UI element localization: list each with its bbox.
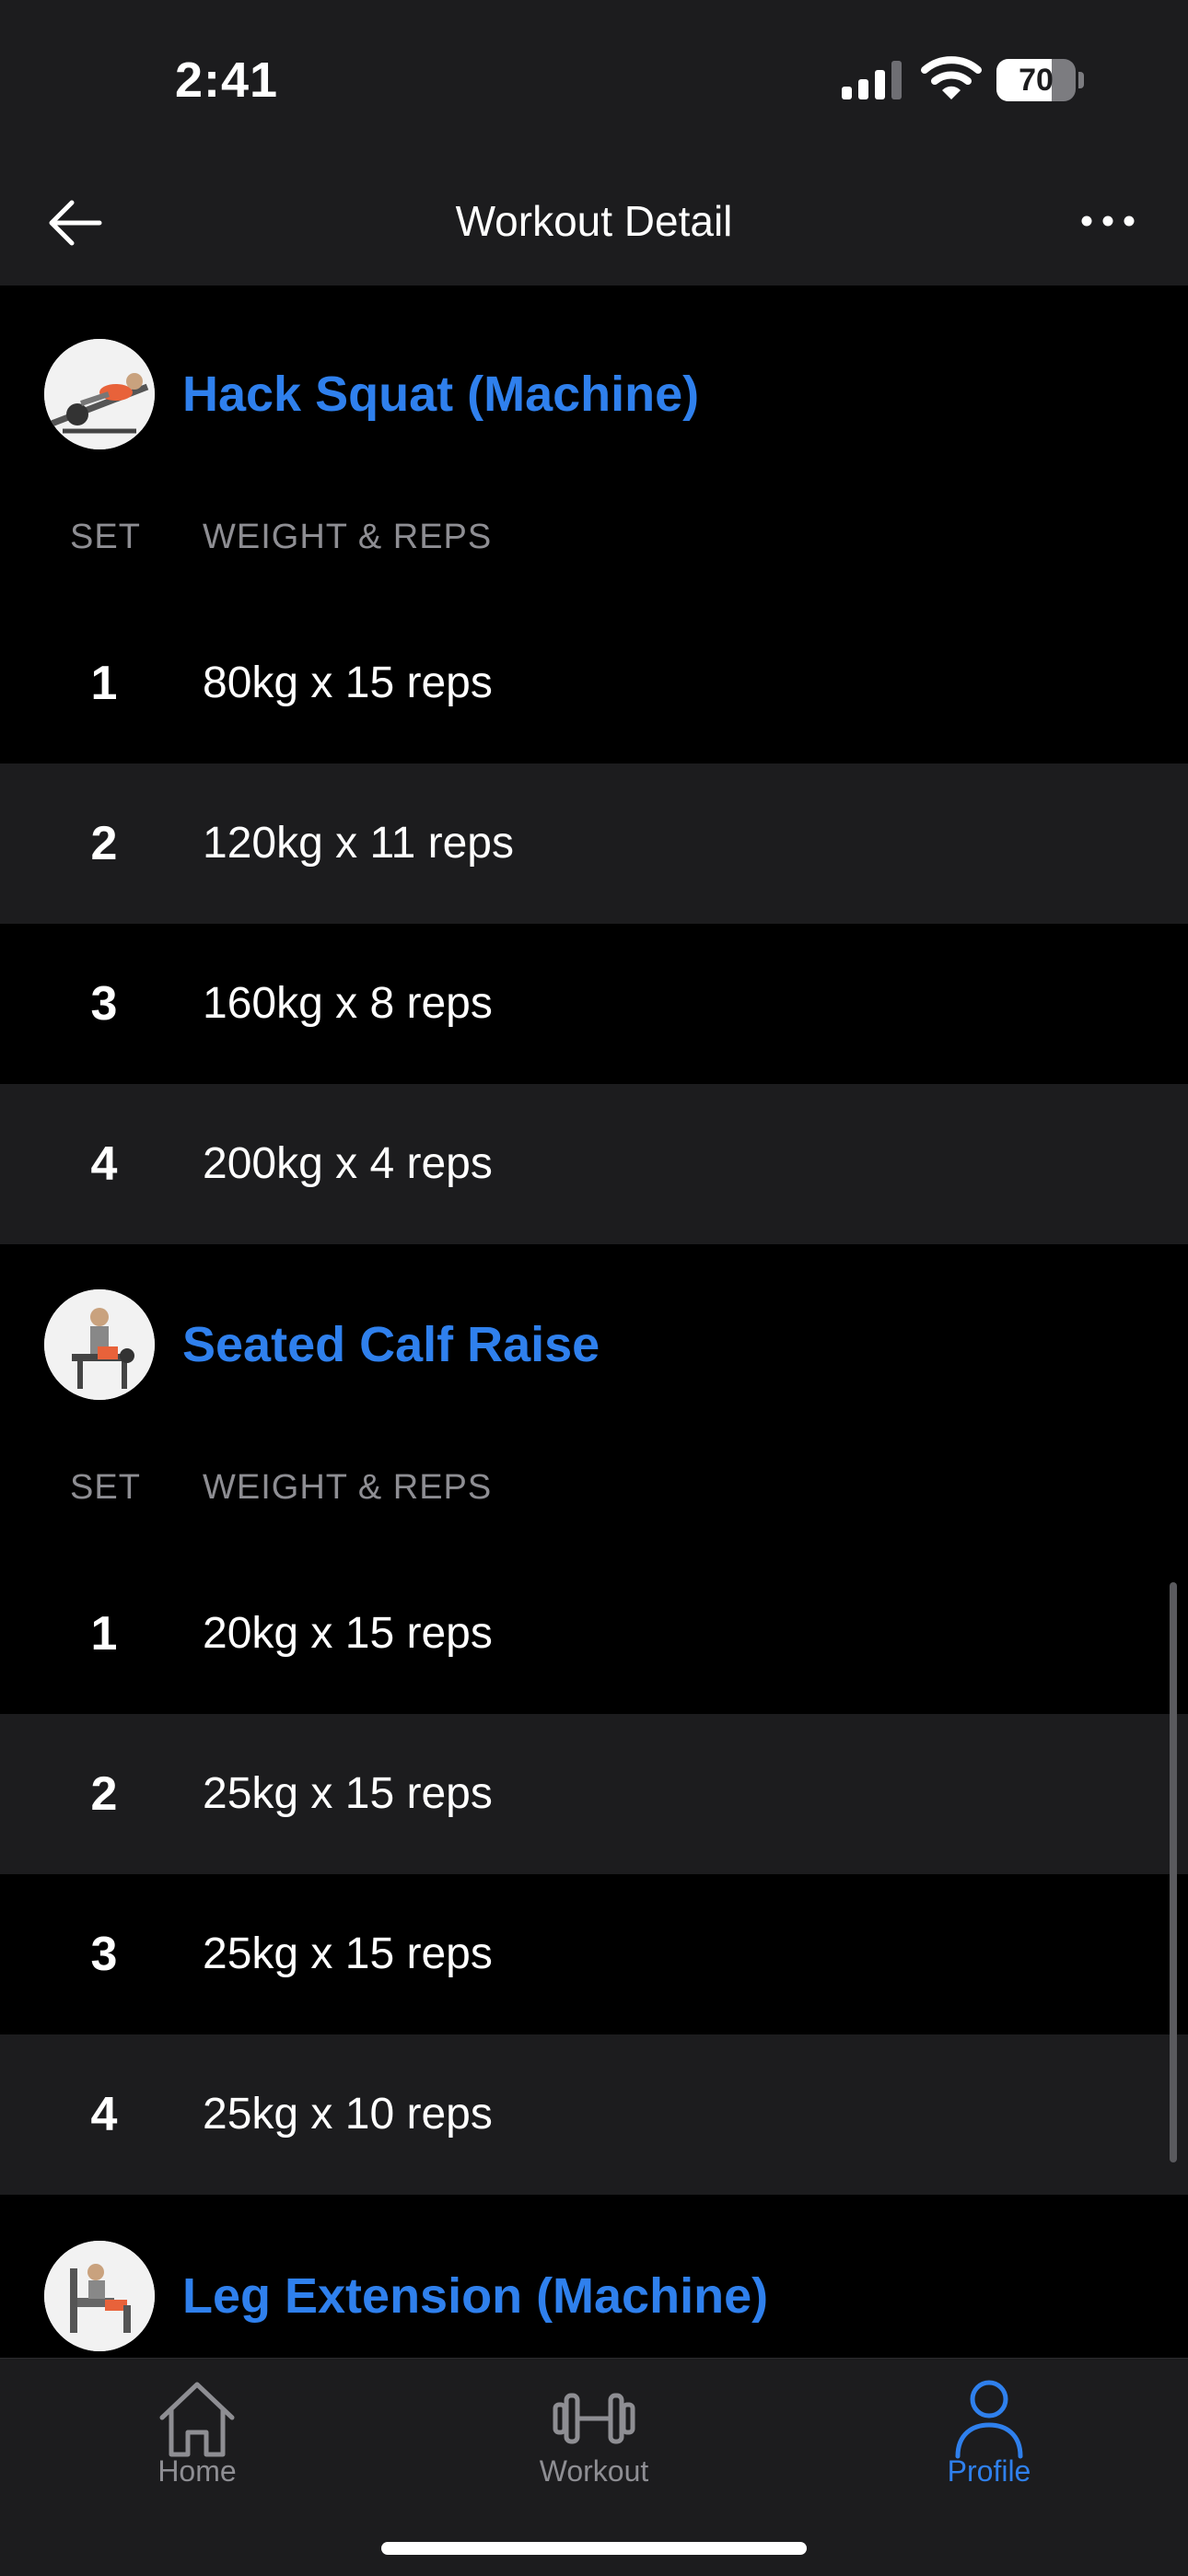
set-row: 2 120kg x 11 reps (0, 763, 1188, 924)
exercise-header[interactable]: Leg Extension (Machine) (0, 2241, 1188, 2358)
tab-profile[interactable]: Profile (851, 2359, 1127, 2497)
set-weight-reps: 25kg x 15 reps (203, 1929, 493, 1978)
weight-reps-column-header: WEIGHT & REPS (203, 518, 493, 556)
set-row: 4 25kg x 10 reps (0, 2034, 1188, 2195)
battery-percent: 70 (1019, 63, 1054, 98)
set-column-header: SET (70, 518, 141, 556)
set-weight-reps: 80kg x 15 reps (203, 659, 493, 707)
set-row: 4 200kg x 4 reps (0, 1084, 1188, 1244)
status-bar: 2:41 70 (0, 0, 1188, 157)
set-row: 3 160kg x 8 reps (0, 924, 1188, 1084)
exercise-thumbnail (44, 2241, 155, 2351)
set-row: 3 25kg x 15 reps (0, 1874, 1188, 2034)
tab-workout[interactable]: Workout (456, 2359, 732, 2497)
set-weight-reps: 120kg x 11 reps (203, 819, 514, 868)
column-headers: SET WEIGHT & REPS (0, 1455, 1188, 1520)
back-arrow-icon[interactable] (44, 195, 111, 251)
navigation-bar: Workout Detail (0, 157, 1188, 286)
home-icon (159, 2382, 235, 2457)
status-time: 2:41 (175, 52, 279, 108)
exercise-thumbnail (44, 339, 155, 449)
home-indicator (381, 2542, 807, 2555)
workout-content[interactable]: Hack Squat (Machine) SET WEIGHT & REPS 1… (0, 286, 1188, 2358)
exercise-header[interactable]: Seated Calf Raise (0, 1289, 1188, 1418)
scrollbar[interactable] (1170, 1582, 1177, 2162)
wifi-icon (921, 56, 982, 99)
cellular-signal-icon (842, 61, 902, 99)
set-weight-reps: 200kg x 4 reps (203, 1139, 493, 1188)
tab-home[interactable]: Home (59, 2359, 335, 2497)
battery-icon: 70 (996, 59, 1084, 101)
exercise-header[interactable]: Hack Squat (Machine) (0, 339, 1188, 468)
set-weight-reps: 25kg x 15 reps (203, 1769, 493, 1818)
exercise-name[interactable]: Seated Calf Raise (182, 1289, 600, 1400)
set-number: 1 (90, 657, 118, 710)
set-weight-reps: 25kg x 10 reps (203, 2090, 493, 2139)
tab-label-profile: Profile (947, 2454, 1031, 2488)
set-number: 3 (90, 1928, 118, 1981)
person-icon (955, 2380, 1023, 2459)
set-row: 1 80kg x 15 reps (0, 603, 1188, 763)
exercise-name[interactable]: Leg Extension (Machine) (182, 2241, 768, 2351)
set-number: 3 (90, 977, 118, 1031)
weight-reps-column-header: WEIGHT & REPS (203, 1468, 493, 1507)
more-options-icon[interactable] (1076, 193, 1140, 249)
set-number: 1 (90, 1607, 118, 1661)
tab-label-workout: Workout (539, 2454, 649, 2488)
exercise-name[interactable]: Hack Squat (Machine) (182, 339, 699, 449)
tab-label-home: Home (157, 2454, 237, 2488)
column-headers: SET WEIGHT & REPS (0, 505, 1188, 569)
set-number: 2 (90, 1767, 118, 1821)
set-number: 4 (90, 1137, 118, 1191)
set-row: 2 25kg x 15 reps (0, 1714, 1188, 1874)
dumbbell-icon (553, 2393, 635, 2444)
set-row: 1 20kg x 15 reps (0, 1554, 1188, 1714)
set-column-header: SET (70, 1468, 141, 1507)
set-number: 4 (90, 2088, 118, 2141)
page-title: Workout Detail (455, 197, 733, 245)
set-number: 2 (90, 817, 118, 870)
set-weight-reps: 20kg x 15 reps (203, 1609, 493, 1658)
exercise-thumbnail (44, 1289, 155, 1400)
set-weight-reps: 160kg x 8 reps (203, 979, 493, 1028)
